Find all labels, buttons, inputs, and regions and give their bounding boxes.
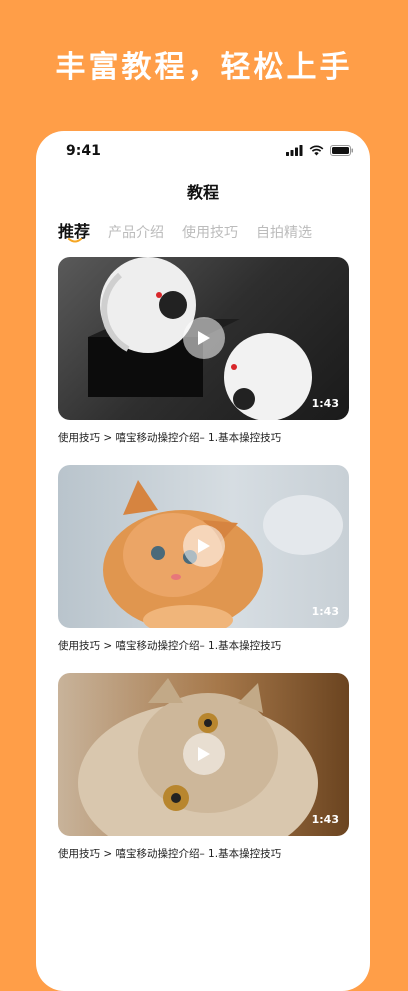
phone-screen: 9:41 教程 推荐 产品介绍 使用技巧 自拍精选 1:43 使用技巧 > 嘻宝… [36,131,370,991]
video-thumbnail[interactable]: 1:43 [58,465,349,628]
tab-label: 使用技巧 [182,225,239,241]
play-button[interactable] [183,525,225,567]
video-caption[interactable]: 使用技巧 > 嘻宝移动操控介绍– 1.基本操控技巧 [58,846,349,861]
video-card[interactable]: 1:43 使用技巧 > 嘻宝移动操控介绍– 1.基本操控技巧 [58,465,349,653]
play-button[interactable] [183,317,225,359]
video-duration: 1:43 [311,605,339,618]
status-bar: 9:41 [36,131,370,171]
tab-bar: 推荐 产品介绍 使用技巧 自拍精选 [58,218,312,243]
video-card[interactable]: 1:43 使用技巧 > 嘻宝移动操控介绍– 1.基本操控技巧 [58,673,349,861]
video-card[interactable]: 1:43 使用技巧 > 嘻宝移动操控介绍– 1.基本操控技巧 [58,257,349,445]
video-thumbnail[interactable]: 1:43 [58,673,349,836]
tab-selfie-picks[interactable]: 自拍精选 [256,222,312,242]
status-time: 9:41 [66,143,101,159]
tab-label: 产品介绍 [108,225,165,241]
video-caption[interactable]: 使用技巧 > 嘻宝移动操控介绍– 1.基本操控技巧 [58,638,349,653]
video-caption[interactable]: 使用技巧 > 嘻宝移动操控介绍– 1.基本操控技巧 [58,430,349,445]
play-icon [198,539,210,553]
signal-icon [286,145,303,156]
play-button[interactable] [183,733,225,775]
tab-product-intro[interactable]: 产品介绍 [108,222,164,242]
active-tab-indicator [68,238,82,243]
tab-usage-tips[interactable]: 使用技巧 [182,222,238,242]
tab-recommended[interactable]: 推荐 [58,218,90,243]
status-icons [286,145,354,156]
battery-icon [330,145,353,156]
video-duration: 1:43 [311,397,339,410]
play-icon [198,747,210,761]
video-duration: 1:43 [311,813,339,826]
video-thumbnail[interactable]: 1:43 [58,257,349,420]
tab-label: 自拍精选 [256,225,313,241]
play-icon [198,331,210,345]
headline: 丰富教程，轻松上手 [55,50,353,85]
wifi-icon [309,145,324,156]
page-title: 教程 [186,183,219,202]
